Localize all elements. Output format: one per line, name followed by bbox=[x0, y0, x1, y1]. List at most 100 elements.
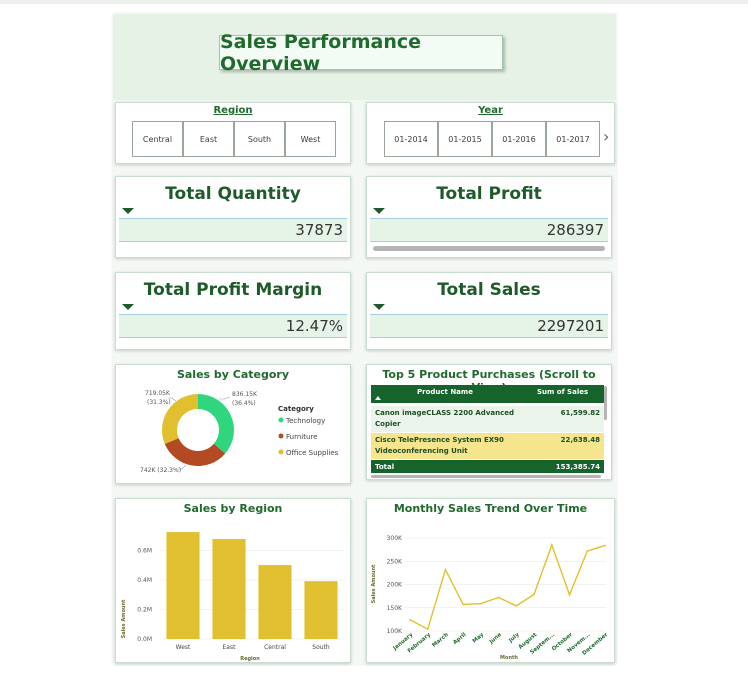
kpi-total-profit-value: 286397 bbox=[370, 218, 608, 242]
bar-east bbox=[212, 538, 246, 639]
region-option-east[interactable]: East bbox=[183, 121, 234, 157]
product-name: Canon imageCLASS 2200 Advanced bbox=[375, 409, 514, 417]
kpi-total-quantity: Total Quantity 37873 bbox=[115, 176, 351, 258]
caret-down-icon[interactable] bbox=[122, 208, 134, 214]
y-tick-label: 0.0M bbox=[137, 636, 152, 643]
column-header-product[interactable]: Product Name bbox=[417, 388, 473, 396]
line-point bbox=[533, 593, 535, 596]
vertical-scrollbar[interactable] bbox=[604, 386, 607, 420]
x-tick-label: East bbox=[223, 644, 237, 651]
donut-label-technology-value: 836.15K bbox=[232, 391, 258, 398]
top-strip bbox=[0, 0, 748, 4]
legend-title: Category bbox=[278, 405, 314, 413]
sales-by-region-chart: Sales Amount Region 0.0M 0.2M 0.4M 0.6M West… bbox=[121, 532, 344, 662]
sales-by-category-card: Sales by Category 836.15K (36.4%) 742K (… bbox=[115, 364, 351, 484]
caret-down-icon[interactable] bbox=[373, 208, 385, 214]
legend-technology-label: Technology bbox=[285, 417, 325, 425]
header-band: Sales Performance Overview bbox=[113, 14, 616, 100]
horizontal-scrollbar[interactable] bbox=[371, 475, 601, 478]
year-option-2017[interactable]: 01-2017 bbox=[546, 121, 600, 157]
line-point bbox=[497, 596, 500, 599]
sales-by-category-chart: 836.15K (36.4%) 742K (32.3%) 719.05K (31… bbox=[140, 390, 339, 474]
donut-label-office-value: 719.05K bbox=[145, 390, 171, 397]
caret-down-icon[interactable] bbox=[373, 304, 385, 310]
donut-label-technology-pct: (36.4%) bbox=[232, 400, 256, 407]
legend-technology-swatch bbox=[278, 417, 284, 423]
y-axis-label: Sales Amount bbox=[121, 599, 127, 638]
x-tick-label: July bbox=[507, 632, 521, 645]
kpi-total-quantity-value: 37873 bbox=[119, 218, 347, 242]
monthly-trend-card: Monthly Sales Trend Over Time Sales Amou… bbox=[366, 498, 615, 663]
kpi-total-profit-margin: Total Profit Margin 12.47% bbox=[115, 272, 351, 350]
kpi-total-profit-margin-label: Total Profit Margin bbox=[143, 280, 323, 300]
table-total-row: Total 153,385.74 bbox=[371, 460, 604, 473]
year-slicer: Year 01-2014 01-2015 01-2016 01-2017 › bbox=[366, 102, 615, 164]
product-sales: 22,638.48 bbox=[560, 436, 600, 444]
kpi-total-sales-label: Total Sales bbox=[437, 280, 541, 300]
legend-furniture-swatch bbox=[278, 433, 284, 439]
y-tick-label: 200K bbox=[387, 582, 403, 589]
line-point bbox=[551, 544, 553, 546]
table-header: Product Name Sum of Sales bbox=[371, 385, 604, 403]
x-tick-label: March bbox=[431, 632, 450, 649]
y-tick-label: 300K bbox=[387, 535, 403, 542]
caret-down-icon[interactable] bbox=[122, 304, 134, 310]
y-axis-label: Sales Amount bbox=[371, 564, 377, 603]
region-slicer-title: Region bbox=[213, 105, 253, 116]
y-tick-label: 0.6M bbox=[137, 548, 152, 555]
x-tick-label: June bbox=[488, 632, 503, 646]
kpi-total-sales: Total Sales 2297201 bbox=[366, 272, 612, 350]
horizontal-scrollbar[interactable] bbox=[373, 246, 605, 251]
bar-south bbox=[304, 581, 338, 639]
kpi-total-quantity-label: Total Quantity bbox=[165, 184, 301, 204]
table-row[interactable]: Canon imageCLASS 2200 Advanced Copier 61… bbox=[371, 406, 604, 432]
x-axis-label: Region bbox=[240, 656, 260, 662]
y-tick-label: 100K bbox=[387, 628, 403, 635]
line-point bbox=[444, 568, 447, 571]
product-name-cont: Copier bbox=[375, 420, 401, 428]
legend-office-supplies-swatch bbox=[278, 449, 284, 455]
bar-west bbox=[166, 532, 200, 639]
year-option-2014[interactable]: 01-2014 bbox=[384, 121, 438, 157]
top-products-card: Top 5 Product Purchases (Scroll to View)… bbox=[366, 364, 612, 480]
donut-slice-technology bbox=[198, 394, 234, 454]
line-point bbox=[480, 602, 482, 605]
line-series-sales bbox=[409, 542, 606, 631]
line-point bbox=[586, 550, 589, 552]
line-point bbox=[462, 603, 464, 606]
sales-by-region-card: Sales by Region Sales Amount Region 0.0M… bbox=[115, 498, 351, 663]
kpi-total-profit-margin-value: 12.47% bbox=[119, 314, 347, 338]
chevron-right-icon[interactable]: › bbox=[603, 127, 609, 146]
region-option-central[interactable]: Central bbox=[132, 121, 183, 157]
monthly-trend-chart: Sales Amount Month 100K 150K 200K 250K 300K J… bbox=[371, 535, 609, 661]
sort-caret-icon[interactable] bbox=[375, 396, 381, 400]
region-slicer: Region Central East South West bbox=[115, 102, 351, 164]
x-tick-label: Central bbox=[264, 644, 286, 651]
total-label: Total bbox=[375, 463, 395, 471]
product-sales: 61,599.82 bbox=[560, 409, 600, 417]
x-tick-label: May bbox=[472, 632, 486, 645]
year-option-2015[interactable]: 01-2015 bbox=[438, 121, 492, 157]
leader-line bbox=[218, 396, 231, 400]
year-option-2016[interactable]: 01-2016 bbox=[492, 121, 546, 157]
bar-central bbox=[258, 565, 292, 639]
x-tick-label: West bbox=[176, 644, 191, 651]
table-row[interactable]: Cisco TelePresence System EX90 Videoconf… bbox=[371, 433, 604, 459]
line-point bbox=[568, 593, 571, 596]
donut-label-furniture: 742K (32.3%) bbox=[140, 467, 181, 474]
x-axis-label: Month bbox=[500, 655, 518, 661]
line-point bbox=[426, 628, 429, 630]
legend-office-supplies-label: Office Supplies bbox=[286, 449, 339, 457]
region-option-west[interactable]: West bbox=[285, 121, 336, 157]
kpi-total-sales-value: 2297201 bbox=[370, 314, 608, 338]
y-tick-label: 150K bbox=[387, 605, 403, 612]
x-tick-label: April bbox=[452, 632, 467, 646]
y-tick-label: 0.2M bbox=[137, 607, 152, 614]
page-title: Sales Performance Overview bbox=[219, 31, 503, 75]
region-option-south[interactable]: South bbox=[234, 121, 285, 157]
y-tick-label: 250K bbox=[387, 558, 403, 565]
column-header-sales[interactable]: Sum of Sales bbox=[537, 388, 588, 396]
y-tick-label: 0.4M bbox=[137, 577, 152, 584]
dashboard-canvas: Sales Performance Overview Region Centra… bbox=[113, 14, 616, 664]
product-name-cont: Videoconferencing Unit bbox=[375, 447, 468, 455]
